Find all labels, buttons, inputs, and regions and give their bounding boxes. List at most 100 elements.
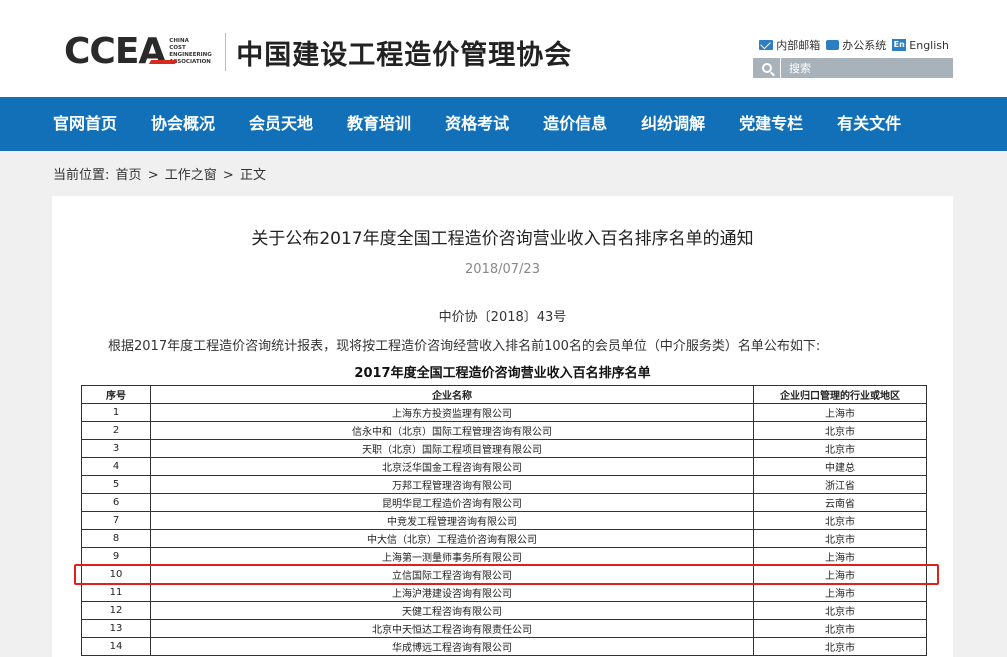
breadcrumb-prefix: 当前位置: [53,168,110,183]
briefcase-icon [826,40,840,50]
col-header-rank: 序号 [81,385,151,404]
top-links: 内部邮箱 办公系统 En English [759,37,949,53]
cell-rank: 3 [81,439,151,458]
cell-company: 立信国际工程咨询有限公司 [150,565,754,584]
main-nav: 官网首页 协会概况 会员天地 教育培训 资格考试 造价信息 纠纷调解 党建专栏 … [0,97,1007,151]
cell-region: 云南省 [753,493,927,512]
cell-company: 上海第一测量师事务所有限公司 [150,547,754,566]
table-row: 1 上海东方投资监理有限公司 上海市 [81,403,927,422]
cell-rank: 11 [81,583,151,602]
cell-region: 北京市 [753,511,927,530]
cell-rank: 14 [81,637,151,656]
cell-region: 上海市 [753,403,927,422]
nav-documents[interactable]: 有关文件 [820,97,918,151]
cell-region: 上海市 [753,565,927,584]
breadcrumb-sep: > [222,168,234,183]
nav-party[interactable]: 党建专栏 [722,97,820,151]
cell-rank: 8 [81,529,151,548]
cell-rank: 4 [81,457,151,476]
cell-region: 北京市 [753,601,927,620]
table-row: 4 北京泛华国金工程咨询有限公司 中建总 [81,457,927,476]
cell-region: 北京市 [753,529,927,548]
article: 关于公布2017年度全国工程造价咨询营业收入百名排序名单的通知 2018/07/… [52,196,953,657]
cell-company: 北京中天恒达工程咨询有限责任公司 [150,619,754,638]
table-row: 2 信永中和（北京）国际工程管理咨询有限公司 北京市 [81,421,927,440]
cell-rank: 9 [81,547,151,566]
cell-region: 北京市 [753,439,927,458]
cell-company: 中竞发工程管理咨询有限公司 [150,511,754,530]
nav-home[interactable]: 官网首页 [36,97,134,151]
cell-rank: 2 [81,421,151,440]
nav-education[interactable]: 教育培训 [330,97,428,151]
table-row: 7 中竞发工程管理咨询有限公司 北京市 [81,511,927,530]
mail-icon [759,40,774,50]
breadcrumb: 当前位置: 首页 > 工作之窗 > 正文 [52,164,267,183]
ccea-logo[interactable]: CCEA CHINA COST ENGINEERING ASSOCIATION … [64,30,572,74]
cell-region: 中建总 [753,457,927,476]
col-header-region: 企业归口管理的行业或地区 [753,385,927,404]
cell-company: 天职（北京）国际工程项目管理有限公司 [150,439,754,458]
document-number: 中价协〔2018〕43号 [438,310,567,325]
table-row: 6 昆明华昆工程造价咨询有限公司 云南省 [81,493,927,512]
search-button[interactable] [753,58,781,78]
cell-company: 华成博远工程咨询有限公司 [150,637,754,656]
table-row: 8 中大信（北京）工程造价咨询有限公司 北京市 [81,529,927,548]
site-header: CCEA CHINA COST ENGINEERING ASSOCIATION … [0,0,1007,97]
cell-rank: 10 [81,565,151,584]
breadcrumb-sep: > [147,168,159,183]
cell-region: 浙江省 [753,475,927,494]
office-system-link[interactable]: 办公系统 [826,37,886,53]
breadcrumb-work[interactable]: 工作之窗 [165,168,217,183]
en-icon: En [892,39,907,51]
search-input[interactable] [781,58,951,78]
cell-rank: 5 [81,475,151,494]
logo-mark: CCEA [64,30,178,74]
table-row: 5 万邦工程管理咨询有限公司 浙江省 [81,475,927,494]
cell-rank: 13 [81,619,151,638]
nav-exams[interactable]: 资格考试 [428,97,526,151]
cell-region: 上海市 [753,547,927,566]
logo-swoosh [148,60,178,64]
table-row: 13 北京中天恒达工程咨询有限责任公司 北京市 [81,619,927,638]
table-row: 14 华成博远工程咨询有限公司 北京市 [81,637,927,656]
table-row: 12 天健工程咨询有限公司 北京市 [81,601,927,620]
cell-rank: 1 [81,403,151,422]
cell-company: 信永中和（北京）国际工程管理咨询有限公司 [150,421,754,440]
article-intro: 根据2017年度工程造价咨询统计报表，现将按工程造价咨询经营收入排名前100名的… [108,339,821,354]
article-date: 2018/07/23 [465,262,540,277]
table-row: 10 立信国际工程咨询有限公司 上海市 [81,565,927,584]
internal-mail-link[interactable]: 内部邮箱 [759,37,820,53]
cell-rank: 7 [81,511,151,530]
table-header-row: 序号 企业名称 企业归口管理的行业或地区 [81,385,927,404]
article-title: 关于公布2017年度全国工程造价咨询营业收入百名排序名单的通知 [251,229,754,249]
nav-about[interactable]: 协会概况 [134,97,232,151]
site-title: 中国建设工程造价管理协会 [236,39,573,71]
ranking-table: 序号 企业名称 企业归口管理的行业或地区 1 上海东方投资监理有限公司 上海市 2 信永… [81,385,927,656]
cell-region: 北京市 [753,421,927,440]
col-header-company: 企业名称 [150,385,754,404]
cell-region: 北京市 [753,619,927,638]
table-title: 2017年度全国工程造价咨询营业收入百名排序名单 [354,366,651,381]
cell-company: 上海东方投资监理有限公司 [150,403,754,422]
table-row: 3 天职（北京）国际工程项目管理有限公司 北京市 [81,439,927,458]
cell-region: 北京市 [753,637,927,656]
english-link[interactable]: En English [892,39,949,52]
nav-cost-info[interactable]: 造价信息 [526,97,624,151]
nav-mediation[interactable]: 纠纷调解 [624,97,722,151]
table-row: 9 上海第一测量师事务所有限公司 上海市 [81,547,927,566]
logo-subtitle: CHINA COST ENGINEERING ASSOCIATION [169,38,212,65]
cell-company: 中大信（北京）工程造价咨询有限公司 [150,529,754,548]
breadcrumb-home[interactable]: 首页 [116,168,142,183]
nav-members[interactable]: 会员天地 [232,97,330,151]
breadcrumb-current: 正文 [239,168,266,183]
table-row: 11 上海沪港建设咨询有限公司 上海市 [81,583,927,602]
cell-rank: 6 [81,493,151,512]
search-box [753,58,953,78]
cell-company: 天健工程咨询有限公司 [150,601,754,620]
cell-region: 上海市 [753,583,927,602]
cell-company: 上海沪港建设咨询有限公司 [150,583,754,602]
logo-divider [225,33,227,71]
cell-rank: 12 [81,601,151,620]
cell-company: 昆明华昆工程造价咨询有限公司 [150,493,754,512]
cell-company: 北京泛华国金工程咨询有限公司 [150,457,754,476]
